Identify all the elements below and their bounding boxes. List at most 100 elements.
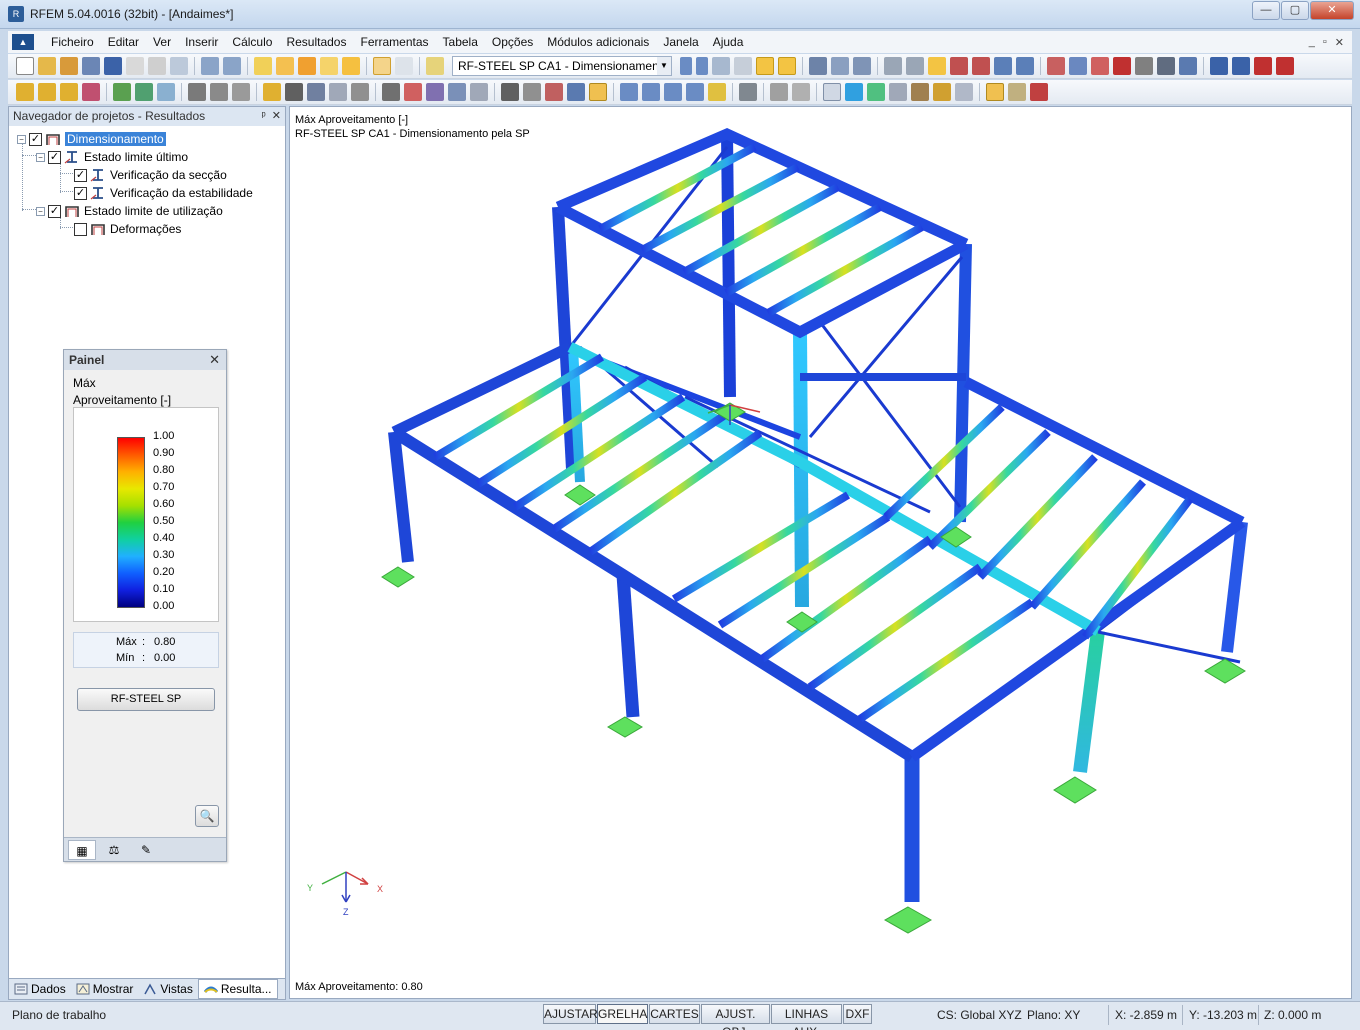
pan-icon[interactable]: [1069, 57, 1087, 75]
color-scale-tab-icon[interactable]: ▦: [68, 839, 96, 860]
collapse-icon[interactable]: −: [36, 206, 45, 216]
mdi-restore-icon[interactable]: ▫: [1323, 36, 1327, 49]
tree-item-deformacoes[interactable]: Deformações: [74, 220, 181, 238]
view-icon[interactable]: [1016, 57, 1034, 75]
minimize-button[interactable]: —: [1252, 1, 1280, 20]
camera-icon[interactable]: [1157, 57, 1175, 75]
document-icon[interactable]: ▲: [12, 34, 34, 50]
panel-toggle-icon[interactable]: [986, 83, 1004, 101]
graphics-viewport[interactable]: Máx Aproveitamento [-] RF-STEEL SP CA1 -…: [289, 106, 1352, 999]
work-plane-icon[interactable]: [845, 83, 863, 101]
menu-opcoes[interactable]: Opções: [485, 35, 540, 49]
menu-inserir[interactable]: Inserir: [178, 35, 225, 49]
line-display-icon[interactable]: [426, 83, 444, 101]
section-icon[interactable]: [853, 57, 871, 75]
panel-layout-icon[interactable]: [933, 83, 951, 101]
table-on-icon[interactable]: [373, 57, 391, 75]
load-icon[interactable]: [263, 83, 281, 101]
pdf-export-icon[interactable]: [1276, 57, 1294, 75]
checkbox-verificacao-seccao[interactable]: ✓: [74, 168, 87, 182]
member-display-icon[interactable]: [382, 83, 400, 101]
save-icon[interactable]: [104, 57, 122, 75]
snap-button[interactable]: AJUSTAR: [543, 1004, 598, 1024]
numbering-icon[interactable]: [778, 57, 796, 75]
checkbox-estado-limite-utilizacao[interactable]: ✓: [48, 204, 61, 218]
tab-mostrar[interactable]: Mostrar: [71, 979, 139, 999]
guide-lines-button[interactable]: LINHAS AUX.: [771, 1004, 842, 1030]
line-icon[interactable]: [38, 83, 56, 101]
tree-label-estado-limite-utilizacao[interactable]: Estado limite de utilização: [84, 204, 223, 218]
grid-button[interactable]: GRELHA: [597, 1004, 648, 1024]
collapse-icon[interactable]: −: [36, 152, 45, 162]
zoom-window-icon[interactable]: [972, 57, 990, 75]
surface-load-icon[interactable]: [307, 83, 325, 101]
tree-item-verificacao-estabilidade[interactable]: ✓ Verificação da estabilidade: [74, 184, 253, 202]
printout-report-icon[interactable]: [148, 57, 166, 75]
menu-resultados[interactable]: Resultados: [279, 35, 353, 49]
rf-steel-sp-button[interactable]: RF-STEEL SP: [77, 688, 215, 711]
next-case-icon[interactable]: [696, 57, 708, 75]
tab-vistas[interactable]: Vistas: [138, 979, 197, 999]
open-folder-icon[interactable]: [38, 57, 56, 75]
tree-label-deformacoes[interactable]: Deformações: [110, 222, 181, 236]
collapse-icon[interactable]: −: [17, 134, 26, 144]
tree-item-estado-limite-utilizacao[interactable]: − ✓ Estado limite de utilização: [36, 202, 223, 220]
dxf-button[interactable]: DXF: [843, 1004, 872, 1024]
checkbox-verificacao-estabilidade[interactable]: ✓: [74, 186, 87, 200]
close-button[interactable]: ✕: [1310, 1, 1354, 20]
menu-ver[interactable]: Ver: [146, 35, 178, 49]
panel-close-icon[interactable]: ✕: [209, 352, 220, 368]
maximize-button[interactable]: ▢: [1281, 1, 1309, 20]
results-on-off-icon[interactable]: [342, 57, 360, 75]
move-icon[interactable]: [928, 57, 946, 75]
navigator-close-icon[interactable]: ✕: [272, 110, 281, 122]
wireframe-icon[interactable]: [523, 83, 541, 101]
print-icon[interactable]: [126, 57, 144, 75]
load-case-combo[interactable]: RF-STEEL SP CA1 - Dimensionamento p ▼: [452, 56, 672, 76]
copy-icon[interactable]: [1135, 57, 1153, 75]
imperfection-icon[interactable]: [329, 83, 347, 101]
structure-model[interactable]: X Y Z: [290, 107, 1352, 999]
result-values-icon[interactable]: [734, 57, 752, 75]
menu-tabela[interactable]: Tabela: [436, 35, 485, 49]
iso-view-icon[interactable]: [567, 83, 585, 101]
cartesian-button[interactable]: CARTES: [649, 1004, 700, 1024]
tree-label-dimensionamento[interactable]: Dimensionamento: [65, 132, 166, 146]
menu-janela[interactable]: Janela: [656, 35, 705, 49]
node-icon[interactable]: [16, 83, 34, 101]
menu-ferramentas[interactable]: Ferramentas: [353, 35, 435, 49]
display-options-icon[interactable]: [1008, 83, 1026, 101]
tree-label-estado-limite-ultimo[interactable]: Estado limite último: [84, 150, 188, 164]
menu-editar[interactable]: Editar: [101, 35, 146, 49]
menu-calculo[interactable]: Cálculo: [225, 35, 279, 49]
export-icon[interactable]: [1210, 57, 1228, 75]
deformation-icon[interactable]: [756, 57, 774, 75]
calculate-all-icon[interactable]: [298, 57, 316, 75]
tree-item-dimensionamento[interactable]: − ✓ Dimensionamento: [17, 130, 166, 148]
connection-icon[interactable]: [911, 83, 929, 101]
pdf-icon[interactable]: [1254, 57, 1272, 75]
member-load-icon[interactable]: [285, 83, 303, 101]
select-icon[interactable]: [906, 57, 924, 75]
tree-item-estado-limite-ultimo[interactable]: − ✓ Estado limite último: [36, 148, 188, 166]
tree-label-verificacao-seccao[interactable]: Verificação da secção: [110, 168, 227, 182]
tree-item-verificacao-seccao[interactable]: ✓ Verificação da secção: [74, 166, 227, 184]
show-results-icon[interactable]: [712, 57, 730, 75]
solid-icon[interactable]: [157, 83, 175, 101]
project-icon[interactable]: [82, 57, 100, 75]
view-minus-x-icon[interactable]: [686, 83, 704, 101]
network-icon[interactable]: [1179, 57, 1197, 75]
new-file-icon[interactable]: [16, 57, 34, 75]
coordinate-icon[interactable]: [823, 83, 841, 101]
snap-icon[interactable]: [792, 83, 810, 101]
mirror-icon[interactable]: [1091, 57, 1109, 75]
view-x-icon[interactable]: [620, 83, 638, 101]
result-diagrams-icon[interactable]: [831, 57, 849, 75]
previous-case-icon[interactable]: [680, 57, 692, 75]
checkbox-estado-limite-ultimo[interactable]: ✓: [48, 150, 61, 164]
results-icon[interactable]: [320, 57, 338, 75]
generate-loads-icon[interactable]: [351, 83, 369, 101]
tab-resultados[interactable]: Resulta...: [197, 979, 278, 999]
zoom-previous-icon[interactable]: [994, 57, 1012, 75]
pin-icon[interactable]: ᵖ: [261, 110, 265, 122]
